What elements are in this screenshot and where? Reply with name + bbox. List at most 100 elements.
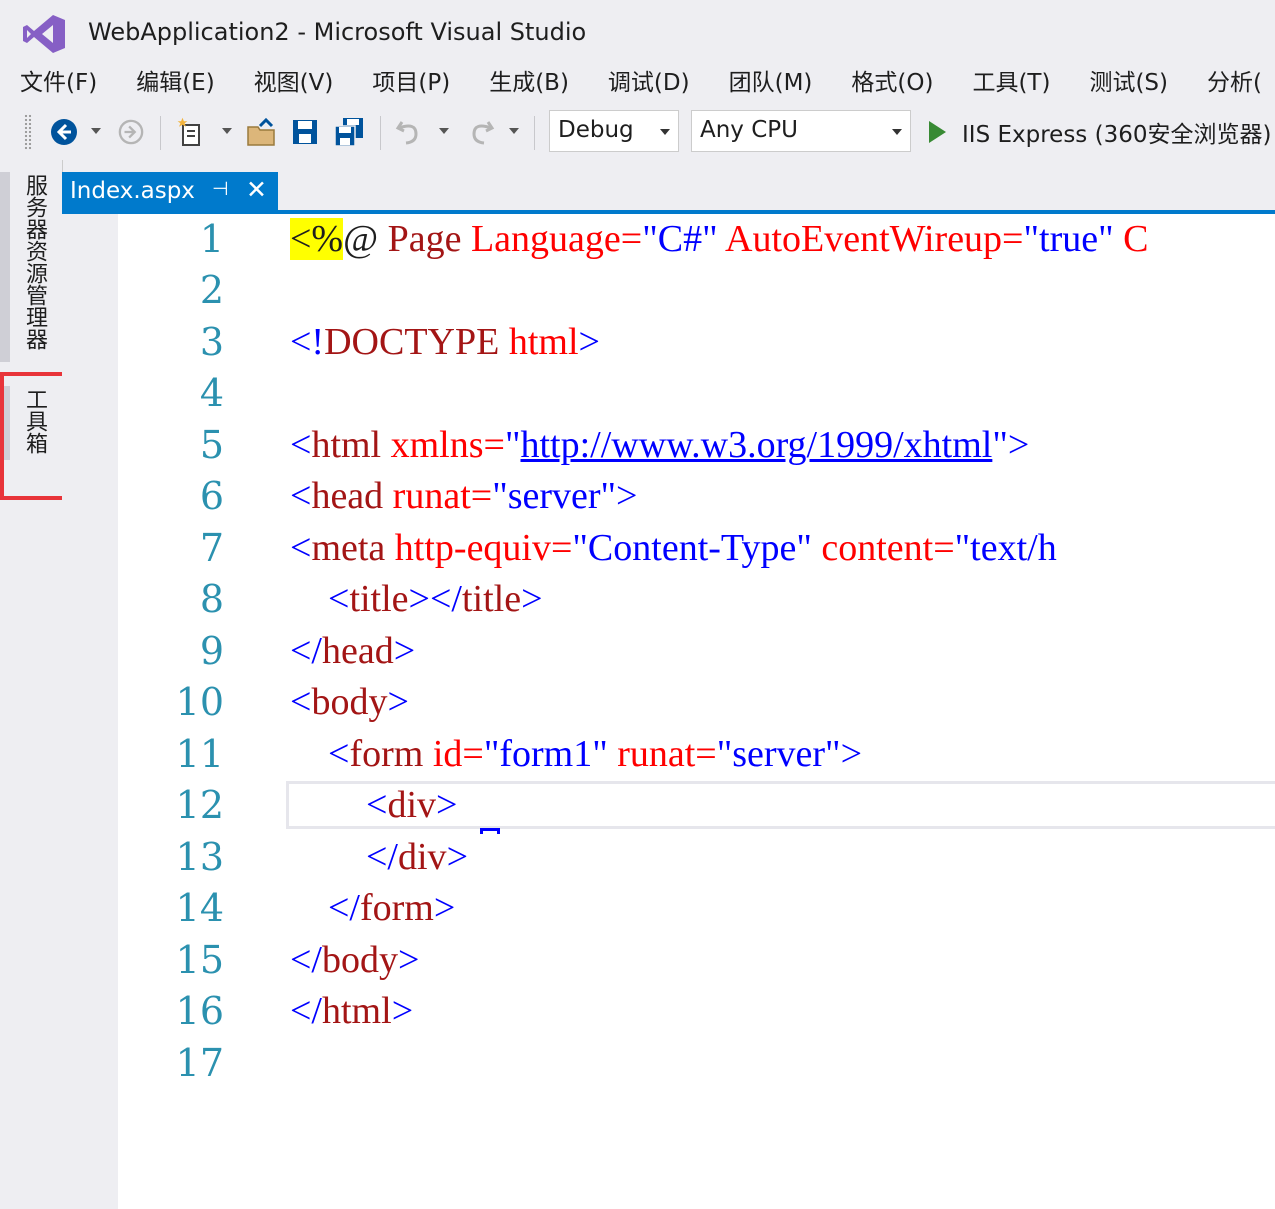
navigate-back-button[interactable] <box>48 116 80 148</box>
code-token: html <box>322 990 392 1032</box>
server-explorer-tab[interactable]: 服务器资源管理器 <box>16 174 50 350</box>
play-icon <box>929 121 946 143</box>
menu-test[interactable]: 测试(S) <box>1069 64 1187 102</box>
code-token: < <box>290 424 312 466</box>
code-token: < <box>290 475 312 517</box>
new-project-dropdown-icon[interactable] <box>222 128 232 134</box>
code-token: </ <box>290 887 360 929</box>
redo-dropdown-icon[interactable] <box>509 128 519 134</box>
save-all-button[interactable] <box>332 116 366 148</box>
new-project-button[interactable] <box>174 116 208 148</box>
undo-dropdown-icon[interactable] <box>439 128 449 134</box>
menu-debug[interactable]: 调试(D) <box>588 64 709 102</box>
close-icon[interactable]: ✕ <box>246 175 267 204</box>
code-line-14: </form> <box>290 883 455 934</box>
document-tab-title: Index.aspx <box>70 178 195 204</box>
title-bar: WebApplication2 - Microsoft Visual Studi… <box>0 0 1275 66</box>
window-title: WebApplication2 - Microsoft Visual Studi… <box>88 18 587 46</box>
code-token: runat= <box>617 733 717 775</box>
code-token: > <box>387 681 409 723</box>
undo-button[interactable] <box>392 116 426 148</box>
code-token: div <box>398 836 447 878</box>
redo-icon <box>472 121 495 145</box>
menu-build[interactable]: 生成(B) <box>469 64 588 102</box>
code-token: body <box>322 939 398 981</box>
code-line-13: </div> <box>290 832 468 883</box>
pin-icon[interactable]: ⊣ <box>212 178 229 200</box>
toolbar-grip-handle[interactable] <box>24 114 32 150</box>
code-token: DOCTYPE <box>324 321 509 363</box>
code-token: > <box>840 733 863 775</box>
code-token: > <box>446 836 468 878</box>
code-token: </ <box>290 630 322 672</box>
code-token: </ <box>290 836 398 878</box>
menu-team[interactable]: 团队(M) <box>709 64 832 102</box>
code-token: @ <box>343 218 388 260</box>
code-token: "server" <box>492 475 617 517</box>
save-button[interactable] <box>289 116 321 148</box>
code-token: C <box>1123 218 1149 260</box>
code-token: "server" <box>716 733 841 775</box>
line-number: 5 <box>199 423 224 467</box>
code-token: ></ <box>408 578 462 620</box>
start-debugging-button[interactable]: IIS Express (360安全浏览器) <box>926 116 1271 148</box>
chevron-down-icon <box>892 129 902 135</box>
editor-indicator-margin[interactable] <box>62 214 118 1209</box>
line-number: 2 <box>199 268 224 312</box>
line-number: 8 <box>199 577 224 621</box>
code-line-9: </head> <box>290 626 415 677</box>
code-token: div <box>387 784 436 826</box>
menu-analyze[interactable]: 分析( <box>1187 64 1275 102</box>
redo-button[interactable] <box>464 116 498 148</box>
back-arrow-icon <box>51 119 77 145</box>
line-number: 7 <box>199 526 224 570</box>
menu-edit[interactable]: 编辑(E) <box>116 64 233 102</box>
navigate-forward-button[interactable] <box>116 116 146 148</box>
menu-bar: 文件(F) 编辑(E) 视图(V) 项目(P) 生成(B) 调试(D) 团队(M… <box>0 64 1275 102</box>
solution-configuration-select[interactable]: Debug <box>549 110 679 152</box>
forward-arrow-icon <box>118 119 144 145</box>
code-token: " <box>992 424 1008 466</box>
solution-configuration-value: Debug <box>558 117 634 143</box>
code-token: > <box>578 321 600 363</box>
code-token: < <box>290 784 388 826</box>
toolbar-separator <box>534 116 535 150</box>
code-token: > <box>391 990 414 1032</box>
line-number: 9 <box>199 629 224 673</box>
new-project-icon <box>177 117 200 146</box>
undo-icon <box>395 121 418 145</box>
open-file-button[interactable] <box>244 116 280 148</box>
code-token: body <box>311 681 388 723</box>
code-token: "C#" <box>642 218 725 260</box>
solution-platform-value: Any CPU <box>700 117 798 143</box>
code-line-3: <!DOCTYPE html> <box>290 317 600 368</box>
menu-project[interactable]: 项目(P) <box>352 64 469 102</box>
code-token: " <box>504 424 521 466</box>
menu-format[interactable]: 格式(O) <box>831 64 952 102</box>
line-number: 1 <box>199 217 224 261</box>
code-token: > <box>1007 424 1030 466</box>
code-line-8: <title></title> <box>290 574 543 625</box>
toolbar-separator <box>160 116 161 150</box>
code-token: > <box>436 784 458 826</box>
chevron-down-icon <box>660 129 670 135</box>
code-line-7: <meta http-equiv="Content-Type" content=… <box>290 523 1057 574</box>
toolbar-separator <box>380 116 381 150</box>
back-dropdown-icon[interactable] <box>91 128 101 134</box>
server-explorer-tab-indicator <box>0 172 10 362</box>
code-line-5: <html xmlns="http://www.w3.org/1999/xhtm… <box>290 420 1029 471</box>
document-tab-index-aspx[interactable]: Index.aspx ⊣ ✕ <box>62 172 278 212</box>
code-token: "true" <box>1023 218 1124 260</box>
line-number: 13 <box>175 835 224 879</box>
line-number: 11 <box>175 732 224 776</box>
menu-tools[interactable]: 工具(T) <box>952 64 1069 102</box>
code-line-15: </body> <box>290 935 419 986</box>
solution-platform-select[interactable]: Any CPU <box>691 110 911 152</box>
xmlns-link[interactable]: http://www.w3.org/1999/xhtml <box>520 424 992 466</box>
open-folder-icon <box>247 117 275 146</box>
code-line-1: <%@ Page Language="C#" AutoEventWireup="… <box>290 214 1148 265</box>
menu-view[interactable]: 视图(V) <box>234 64 353 102</box>
menu-file[interactable]: 文件(F) <box>0 64 116 102</box>
code-line-10: <body> <box>290 677 409 728</box>
visual-studio-logo-icon <box>23 15 65 53</box>
